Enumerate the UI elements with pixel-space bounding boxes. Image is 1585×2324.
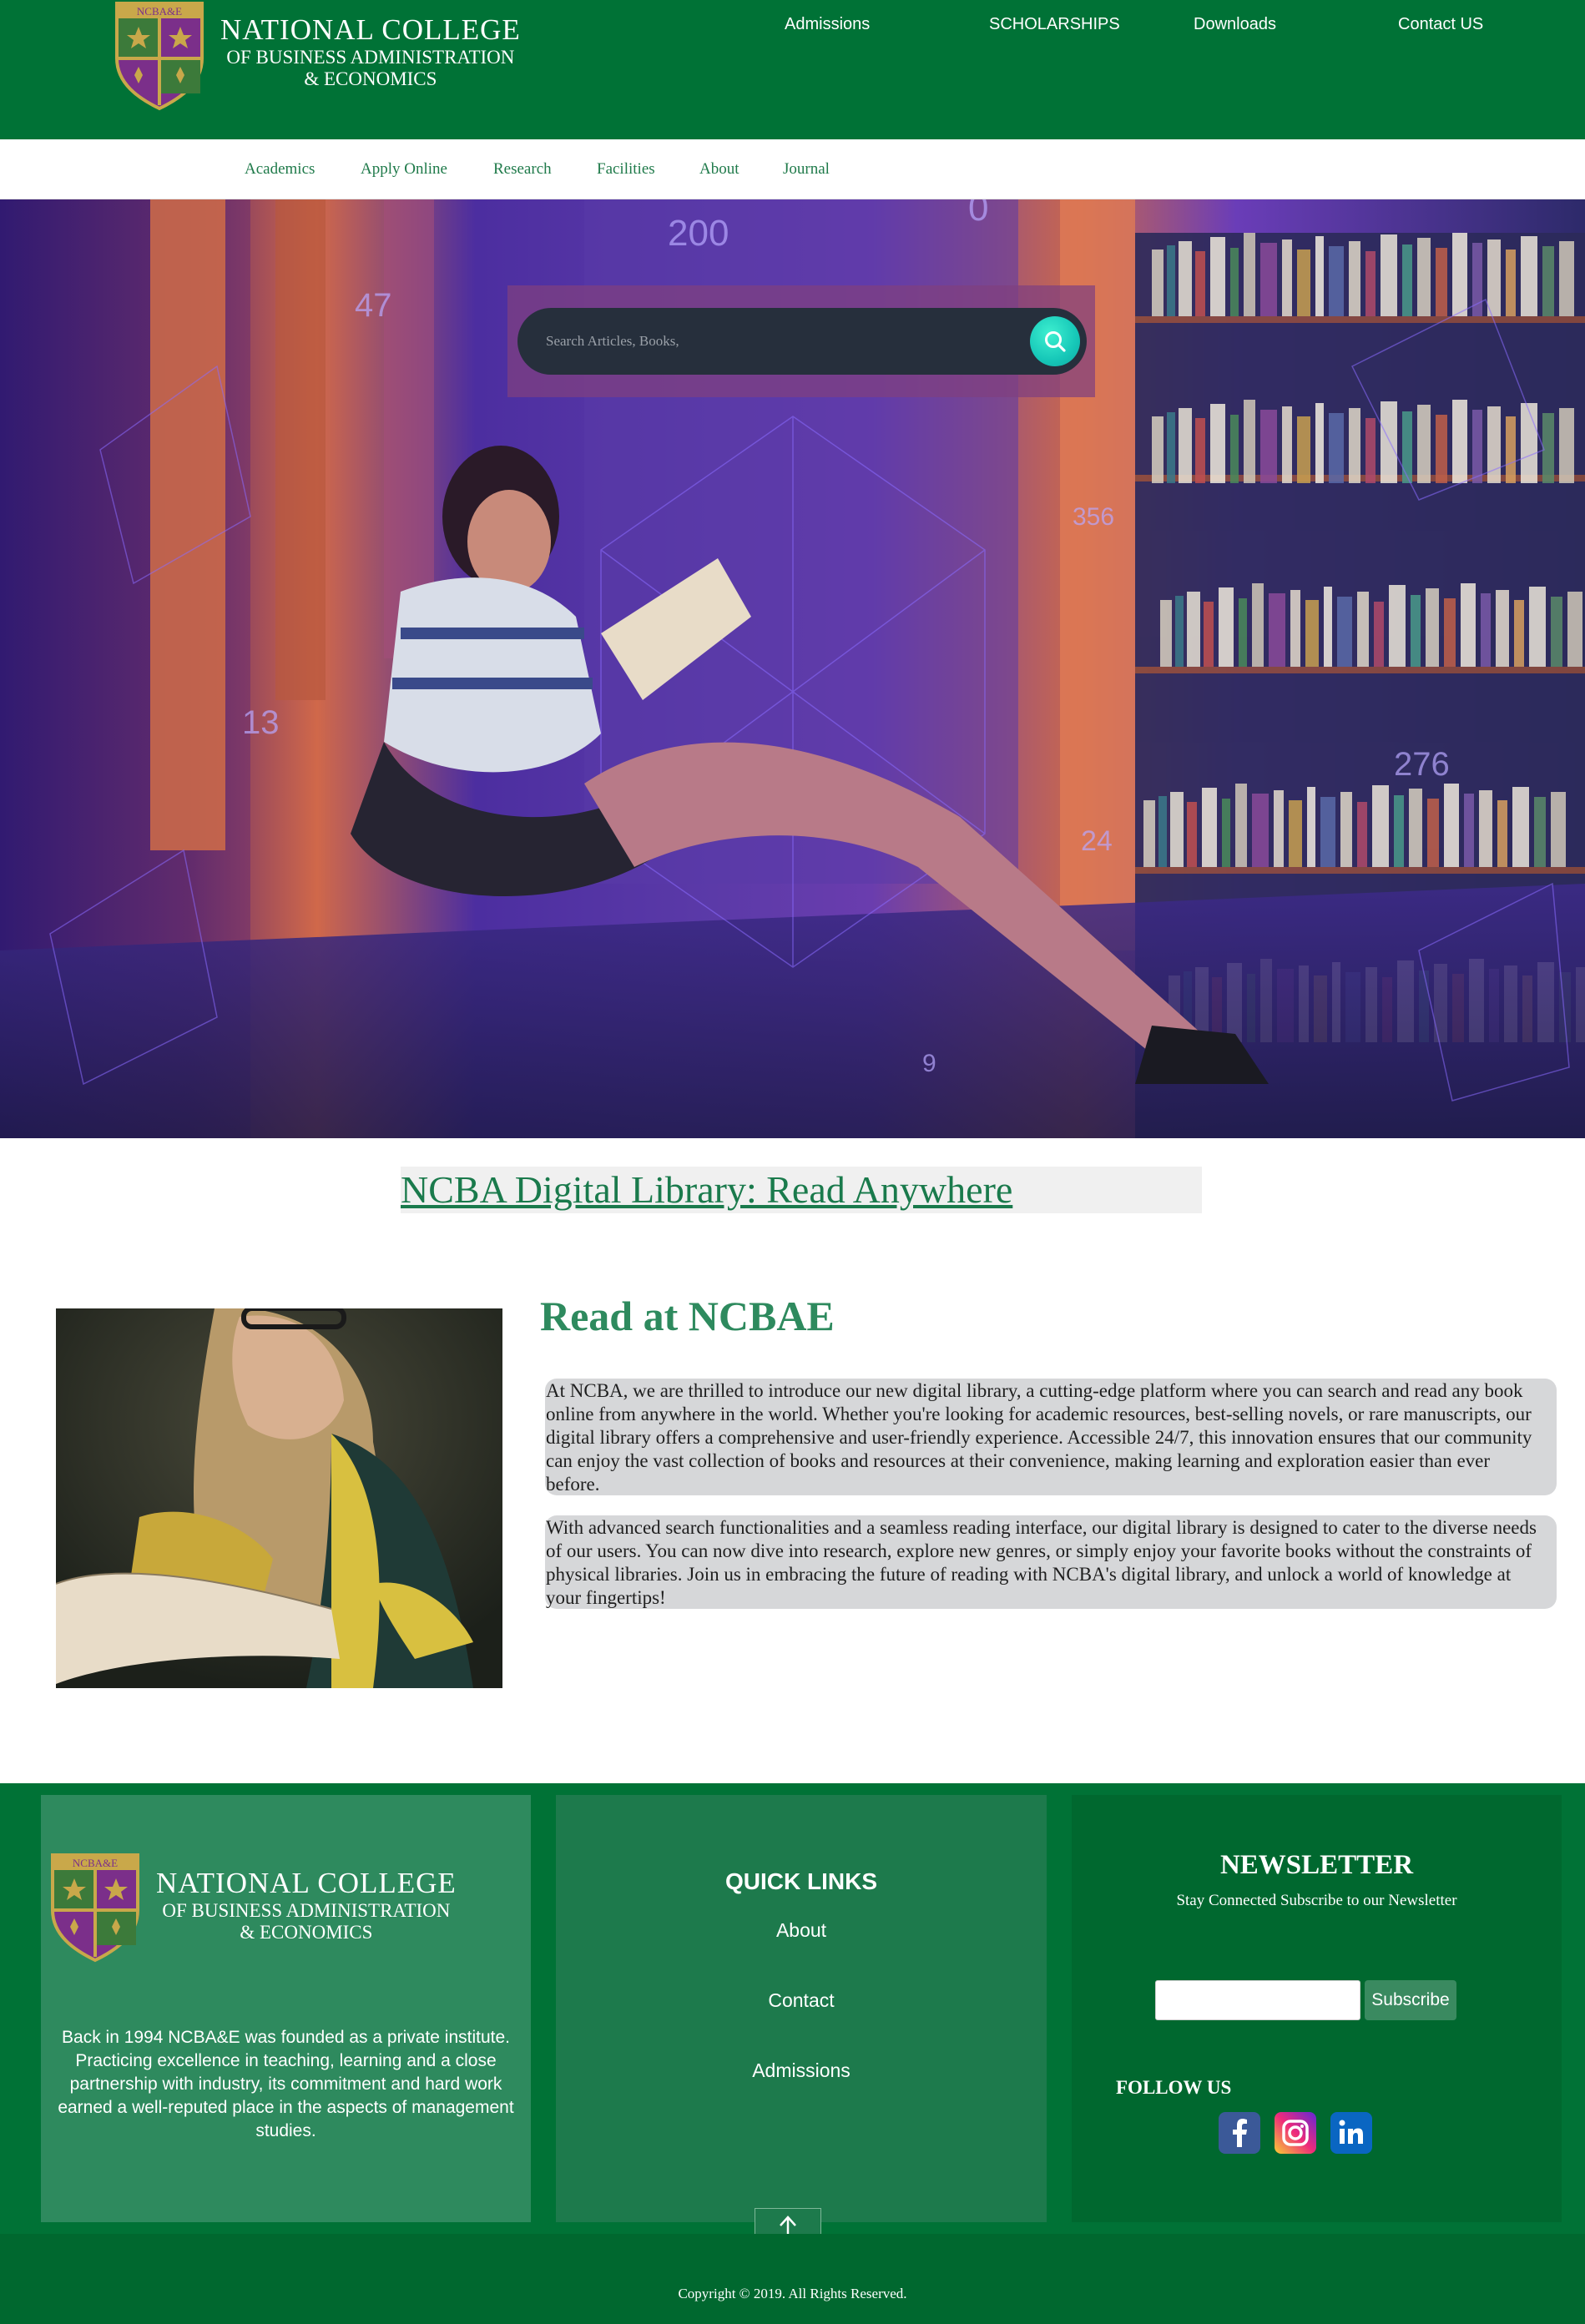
footer-college-name-line2: OF BUSINESS ADMINISTRATION (162, 1900, 451, 1921)
svg-text:276: 276 (1394, 746, 1450, 783)
library-title-link[interactable]: NCBA Digital Library: Read Anywhere (401, 1167, 1012, 1213)
quick-links-title: QUICK LINKS (725, 1868, 877, 1894)
college-logo[interactable]: NCBA&E NATIONAL COLLEGE OF BUSINESS ADMI… (114, 0, 521, 111)
top-header: NCBA&E NATIONAL COLLEGE OF BUSINESS ADMI… (0, 0, 1585, 139)
quick-link-contact[interactable]: Contact (556, 1989, 1047, 2012)
quick-link-about[interactable]: About (556, 1919, 1047, 1942)
search-bar (517, 308, 1087, 375)
crest-icon: NCBA&E (115, 2, 204, 111)
college-name-line3: & ECONOMICS (304, 68, 437, 89)
about-heading: Read at NCBAE (540, 1293, 835, 1339)
footer-about-text: Back in 1994 NCBA&E was founded as a pri… (58, 2028, 514, 2140)
site-footer: NCBA&E NATIONAL COLLEGE OF BUSINESS ADMI… (0, 1783, 1585, 2234)
footer-newsletter-column: NEWSLETTER Stay Connected Subscribe to o… (1072, 1795, 1562, 2222)
newsletter-title: NEWSLETTER (1219, 1850, 1414, 1880)
nav-scholarships[interactable]: SCHOLARSHIPS (989, 15, 1120, 34)
about-paragraph-1: At NCBA, we are thrilled to introduce ou… (545, 1379, 1557, 1495)
hero-banner: 200 0 47 13 12 24 356 276 9 (0, 199, 1585, 1138)
footer-college-logo[interactable]: NCBA&E NATIONAL COLLEGE OF BUSINESS ADMI… (49, 1852, 457, 1963)
newsletter-email-input[interactable] (1155, 1980, 1360, 2020)
search-panel (507, 285, 1095, 397)
svg-text:200: 200 (668, 213, 729, 254)
subnav-research[interactable]: Research (493, 160, 552, 179)
search-icon (1045, 331, 1066, 352)
subnav-journal[interactable]: Journal (783, 160, 830, 179)
subnav-academics[interactable]: Academics (245, 160, 315, 179)
svg-text:NCBA&E: NCBA&E (137, 5, 182, 18)
svg-text:24: 24 (1081, 825, 1113, 857)
svg-text:13: 13 (242, 704, 280, 741)
copyright-bar: Copyright © 2019. All Rights Reserved. (0, 2234, 1585, 2324)
college-name: NATIONAL COLLEGE OF BUSINESS ADMINISTRAT… (220, 15, 521, 88)
subnav-about[interactable]: About (699, 160, 739, 179)
svg-text:356: 356 (1073, 503, 1114, 531)
subscribe-button[interactable]: Subscribe (1365, 1980, 1456, 2020)
search-input[interactable] (546, 325, 997, 358)
footer-college-name: NATIONAL COLLEGE OF BUSINESS ADMINISTRAT… (156, 1868, 457, 1942)
footer-about-column: NCBA&E NATIONAL COLLEGE OF BUSINESS ADMI… (41, 1795, 531, 2222)
search-button[interactable] (1030, 316, 1080, 366)
instagram-icon (1282, 2120, 1309, 2146)
svg-text:0: 0 (968, 199, 988, 229)
footer-college-name-line3: & ECONOMICS (240, 1922, 373, 1943)
svg-text:47: 47 (355, 287, 392, 324)
quick-link-admissions[interactable]: Admissions (556, 2059, 1047, 2082)
footer-quick-links-column: QUICK LINKS About Contact Admissions (556, 1795, 1047, 2222)
crest-icon: NCBA&E (51, 1853, 139, 1963)
secondary-nav: Academics Apply Online Research Faciliti… (0, 139, 1585, 199)
facebook-link[interactable] (1219, 2112, 1260, 2154)
follow-us-label: FOLLOW US (1116, 2077, 1232, 2098)
college-name-line2: OF BUSINESS ADMINISTRATION (226, 47, 515, 68)
subnav-apply-online[interactable]: Apply Online (361, 160, 447, 179)
nav-admissions[interactable]: Admissions (785, 15, 870, 34)
college-name-line1: NATIONAL COLLEGE (220, 13, 521, 46)
footer-college-name-line1: NATIONAL COLLEGE (156, 1867, 457, 1899)
linkedin-link[interactable] (1330, 2112, 1372, 2154)
subnav-facilities[interactable]: Facilities (597, 160, 655, 179)
nav-contact-us[interactable]: Contact US (1398, 15, 1483, 34)
instagram-link[interactable] (1275, 2112, 1316, 2154)
reading-woman-image (56, 1308, 502, 1688)
svg-text:9: 9 (922, 1050, 936, 1077)
svg-text:NCBA&E: NCBA&E (73, 1857, 118, 1869)
nav-downloads[interactable]: Downloads (1194, 15, 1276, 34)
linkedin-icon (1339, 2120, 1363, 2144)
copyright-text: Copyright © 2019. All Rights Reserved. (678, 2286, 907, 2301)
facebook-icon (1233, 2119, 1247, 2147)
newsletter-subtitle: Stay Connected Subscribe to our Newslett… (1176, 1892, 1457, 1909)
about-paragraph-2: With advanced search functionalities and… (545, 1515, 1557, 1609)
